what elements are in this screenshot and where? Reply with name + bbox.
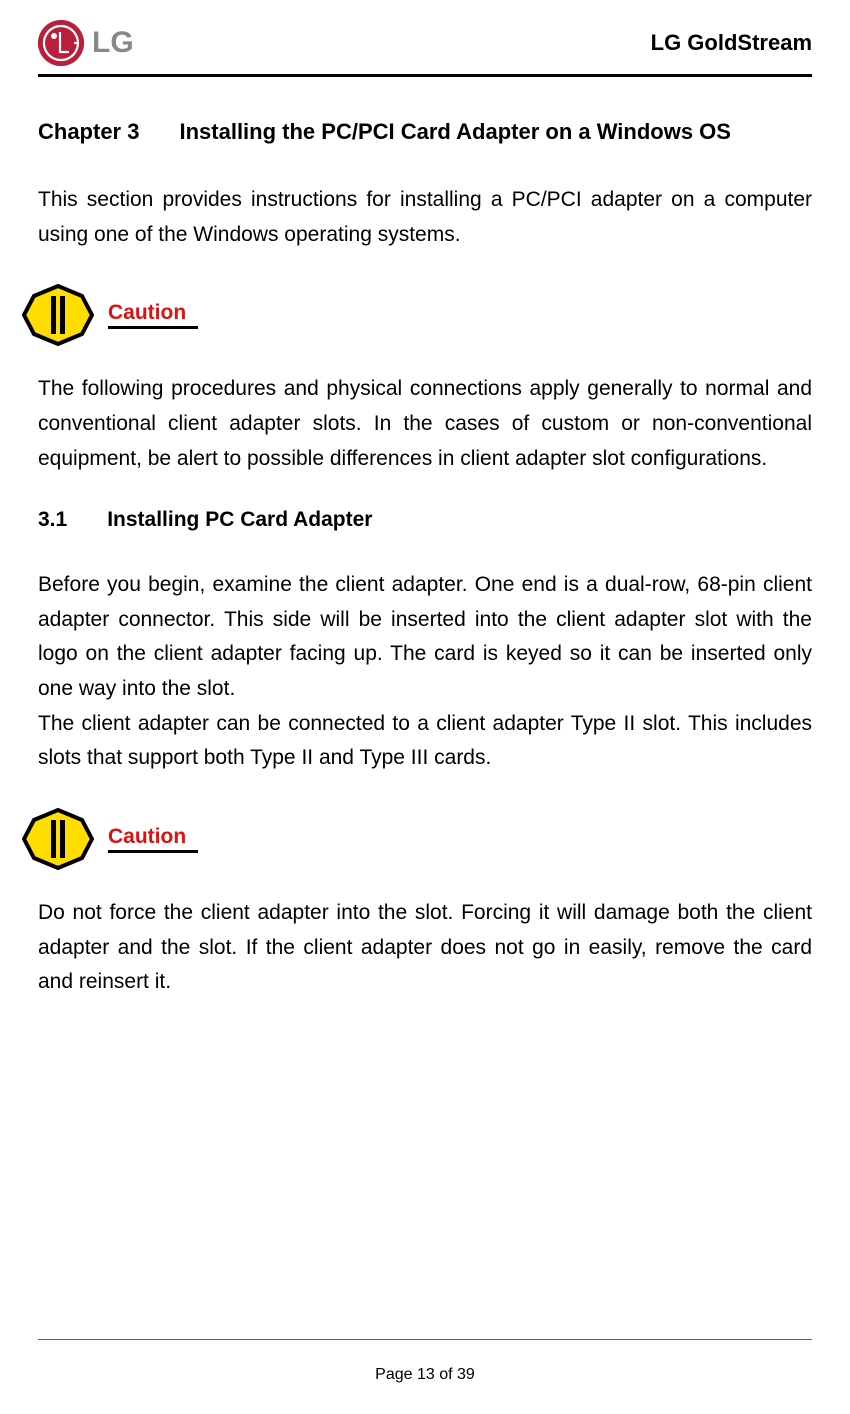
section-heading: 3.1 Installing PC Card Adapter <box>38 508 812 532</box>
section-title: Installing PC Card Adapter <box>107 508 372 531</box>
lg-logo-icon <box>38 20 84 66</box>
caution-icon <box>22 808 94 870</box>
lg-logo: LG <box>38 20 134 66</box>
caution-block-2: Caution <box>22 808 812 870</box>
chapter-title: Installing the PC/PCI Card Adapter on a … <box>179 119 730 144</box>
section-paragraph-2: The client adapter can be connected to a… <box>38 707 812 776</box>
caution-block-1: Caution <box>22 284 812 346</box>
page-footer: Page 13 of 39 <box>38 1339 812 1384</box>
document-title: LG GoldStream <box>651 30 812 56</box>
caution-icon <box>22 284 94 346</box>
section-paragraph-1: Before you begin, examine the client ada… <box>38 568 812 707</box>
intro-paragraph: This section provides instructions for i… <box>38 183 812 252</box>
caution-2-text: Do not force the client adapter into the… <box>38 896 812 1000</box>
caution-1-text: The following procedures and physical co… <box>38 372 812 476</box>
chapter-number: Chapter 3 <box>38 119 139 145</box>
section-number: 3.1 <box>38 508 67 532</box>
page-header: LG LG GoldStream <box>38 20 812 77</box>
caution-label: Caution <box>108 825 198 853</box>
footer-rule <box>38 1339 812 1340</box>
caution-label: Caution <box>108 301 198 329</box>
page-number: Page 13 of 39 <box>38 1366 812 1384</box>
chapter-heading: Chapter 3 Installing the PC/PCI Card Adap… <box>38 119 812 145</box>
lg-logo-text: LG <box>92 26 134 60</box>
